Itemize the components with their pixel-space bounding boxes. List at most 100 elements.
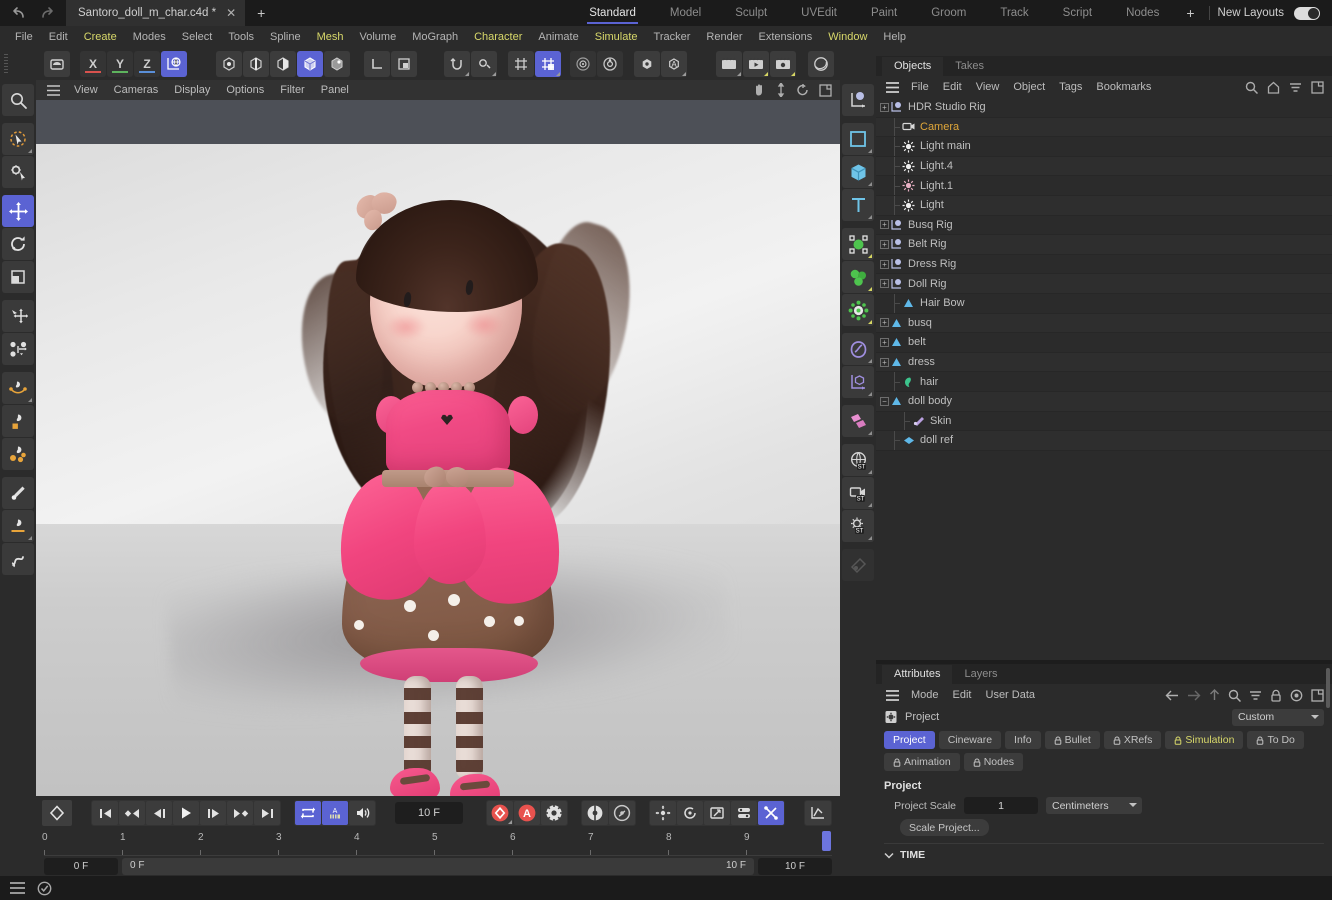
viewport-solo-button[interactable] — [391, 51, 417, 77]
table-row[interactable]: + HDR Studio Rig — [876, 98, 1332, 118]
attr-tab-cineware[interactable]: Cineware — [938, 731, 1002, 749]
viewport-hamburger-icon[interactable] — [42, 84, 65, 96]
render-to-picture-viewer-button[interactable] — [743, 51, 769, 77]
table-row[interactable]: + dress — [876, 352, 1332, 373]
menu-spline[interactable]: Spline — [262, 26, 309, 48]
display-filter-button[interactable]: A — [661, 51, 687, 77]
attributes-hamburger-icon[interactable] — [882, 689, 903, 701]
layout-tab-uvedit[interactable]: UVEdit — [784, 0, 854, 26]
table-row[interactable]: Light.1 ✓ — [876, 176, 1332, 196]
attr-tab-bullet[interactable]: Bullet — [1044, 731, 1100, 749]
expand-icon[interactable]: + — [880, 318, 889, 328]
generator-button[interactable] — [842, 261, 874, 293]
environment-button[interactable]: ST — [842, 444, 874, 476]
menu-file[interactable]: File — [7, 26, 41, 48]
current-frame-field[interactable]: 10 F — [395, 802, 463, 824]
spline-smooth-tool-button[interactable] — [2, 438, 34, 470]
attributes-menu-mode[interactable]: Mode — [905, 684, 945, 706]
object-tree[interactable]: + HDR Studio Rig Camera Light main Light… — [876, 98, 1332, 660]
new-layouts-toggle[interactable] — [1294, 6, 1320, 20]
edges-mode-button[interactable] — [243, 51, 269, 77]
cloth-simulation-button[interactable] — [842, 405, 874, 437]
sculpt-smooth-tool-button[interactable] — [2, 543, 34, 575]
loop-playback-button[interactable] — [295, 801, 321, 825]
menu-character[interactable]: Character — [466, 26, 530, 48]
layout-tab-script[interactable]: Script — [1046, 0, 1109, 26]
forward-arrow-icon[interactable] — [1187, 690, 1201, 701]
project-units-dropdown[interactable]: Centimeters — [1046, 797, 1142, 814]
objects-menu-file[interactable]: File — [905, 76, 935, 98]
toolbar-grip[interactable] — [4, 54, 8, 74]
snap-settings-button[interactable] — [535, 51, 561, 77]
undo-icon[interactable] — [12, 6, 28, 20]
tool-options-button[interactable] — [2, 156, 34, 188]
layout-tab-groom[interactable]: Groom — [914, 0, 983, 26]
lock-y-axis-button[interactable]: Y — [107, 51, 133, 77]
table-row[interactable]: Skin ✓ — [876, 411, 1332, 432]
tab-objects[interactable]: Objects — [882, 57, 944, 76]
render-settings-button[interactable] — [770, 51, 796, 77]
record-active-objects-button[interactable] — [487, 801, 513, 825]
external-window-icon[interactable] — [1311, 688, 1324, 702]
range-start-field[interactable]: 0 F — [44, 857, 118, 875]
table-row[interactable]: doll ref ✕ — [876, 431, 1332, 451]
timeline-ruler[interactable]: 0 1 2 3 4 5 6 7 8 9 — [42, 830, 832, 856]
texture-mode-button[interactable] — [324, 51, 350, 77]
close-tab-icon[interactable]: ✕ — [226, 7, 236, 19]
table-row[interactable]: + busq — [876, 313, 1332, 334]
expand-icon[interactable]: + — [880, 337, 889, 347]
menu-mograph[interactable]: MoGraph — [404, 26, 466, 48]
previous-frame-button[interactable] — [146, 801, 172, 825]
project-scale-input[interactable]: 1 — [964, 797, 1038, 814]
menu-tools[interactable]: Tools — [220, 26, 262, 48]
layout-tab-paint[interactable]: Paint — [854, 0, 914, 26]
attributes-menu-edit[interactable]: Edit — [947, 684, 978, 706]
viewport-menu-cameras[interactable]: Cameras — [107, 80, 166, 100]
attributes-menu-userdata[interactable]: User Data — [980, 684, 1042, 706]
expand-icon[interactable]: + — [880, 259, 889, 269]
world-object-coordinates-button[interactable] — [161, 51, 187, 77]
range-end-field[interactable]: 10 F — [758, 857, 832, 875]
filter-icon[interactable] — [1249, 689, 1262, 702]
material-sphere-button[interactable] — [808, 51, 834, 77]
viewport-canvas[interactable] — [36, 144, 840, 796]
menu-modes[interactable]: Modes — [125, 26, 174, 48]
sound-toggle-button[interactable] — [349, 801, 375, 825]
position-toggle-button[interactable] — [650, 801, 676, 825]
tab-attributes[interactable]: Attributes — [882, 665, 953, 684]
scene-node-button[interactable] — [842, 366, 874, 398]
attr-tab-simulation[interactable]: Simulation — [1165, 731, 1244, 749]
lock-icon[interactable] — [1270, 689, 1282, 702]
expand-icon[interactable]: − — [880, 396, 889, 406]
render-view-button[interactable] — [716, 51, 742, 77]
points-mode-button[interactable] — [216, 51, 242, 77]
spline-arc-tool-button[interactable] — [2, 405, 34, 437]
enable-axis-modification-button[interactable] — [364, 51, 390, 77]
play-button[interactable] — [173, 801, 199, 825]
studio-camera-button[interactable]: ST — [842, 477, 874, 509]
live-selection-button[interactable] — [2, 123, 34, 155]
search-icon[interactable] — [1245, 81, 1258, 94]
previous-keyframe-button[interactable] — [119, 801, 145, 825]
paint-tool-button[interactable] — [2, 510, 34, 542]
model-mode-button[interactable] — [297, 51, 323, 77]
objects-menu-view[interactable]: View — [970, 76, 1006, 98]
table-row[interactable]: Light ✓ — [876, 195, 1332, 216]
menu-volume[interactable]: Volume — [352, 26, 405, 48]
viewport-menu-panel[interactable]: Panel — [314, 80, 356, 100]
menu-help[interactable]: Help — [875, 26, 914, 48]
status-hamburger-icon[interactable] — [10, 882, 25, 894]
workplane-lock-button[interactable] — [597, 51, 623, 77]
rotation-key-button[interactable] — [609, 801, 635, 825]
move-tool-button[interactable] — [2, 195, 34, 227]
preset-dropdown[interactable]: Custom — [1232, 708, 1324, 726]
attr-tab-animation[interactable]: Animation — [884, 753, 960, 771]
lock-z-axis-button[interactable]: Z — [134, 51, 160, 77]
status-check-icon[interactable] — [37, 881, 52, 896]
autokeying-button[interactable]: A — [322, 801, 348, 825]
time-section-header[interactable]: TIME — [884, 849, 1324, 861]
text-spline-button[interactable] — [842, 189, 874, 221]
undo-tool-button[interactable] — [444, 51, 470, 77]
table-row[interactable]: + belt — [876, 333, 1332, 353]
layout-tab-model[interactable]: Model — [653, 0, 718, 26]
